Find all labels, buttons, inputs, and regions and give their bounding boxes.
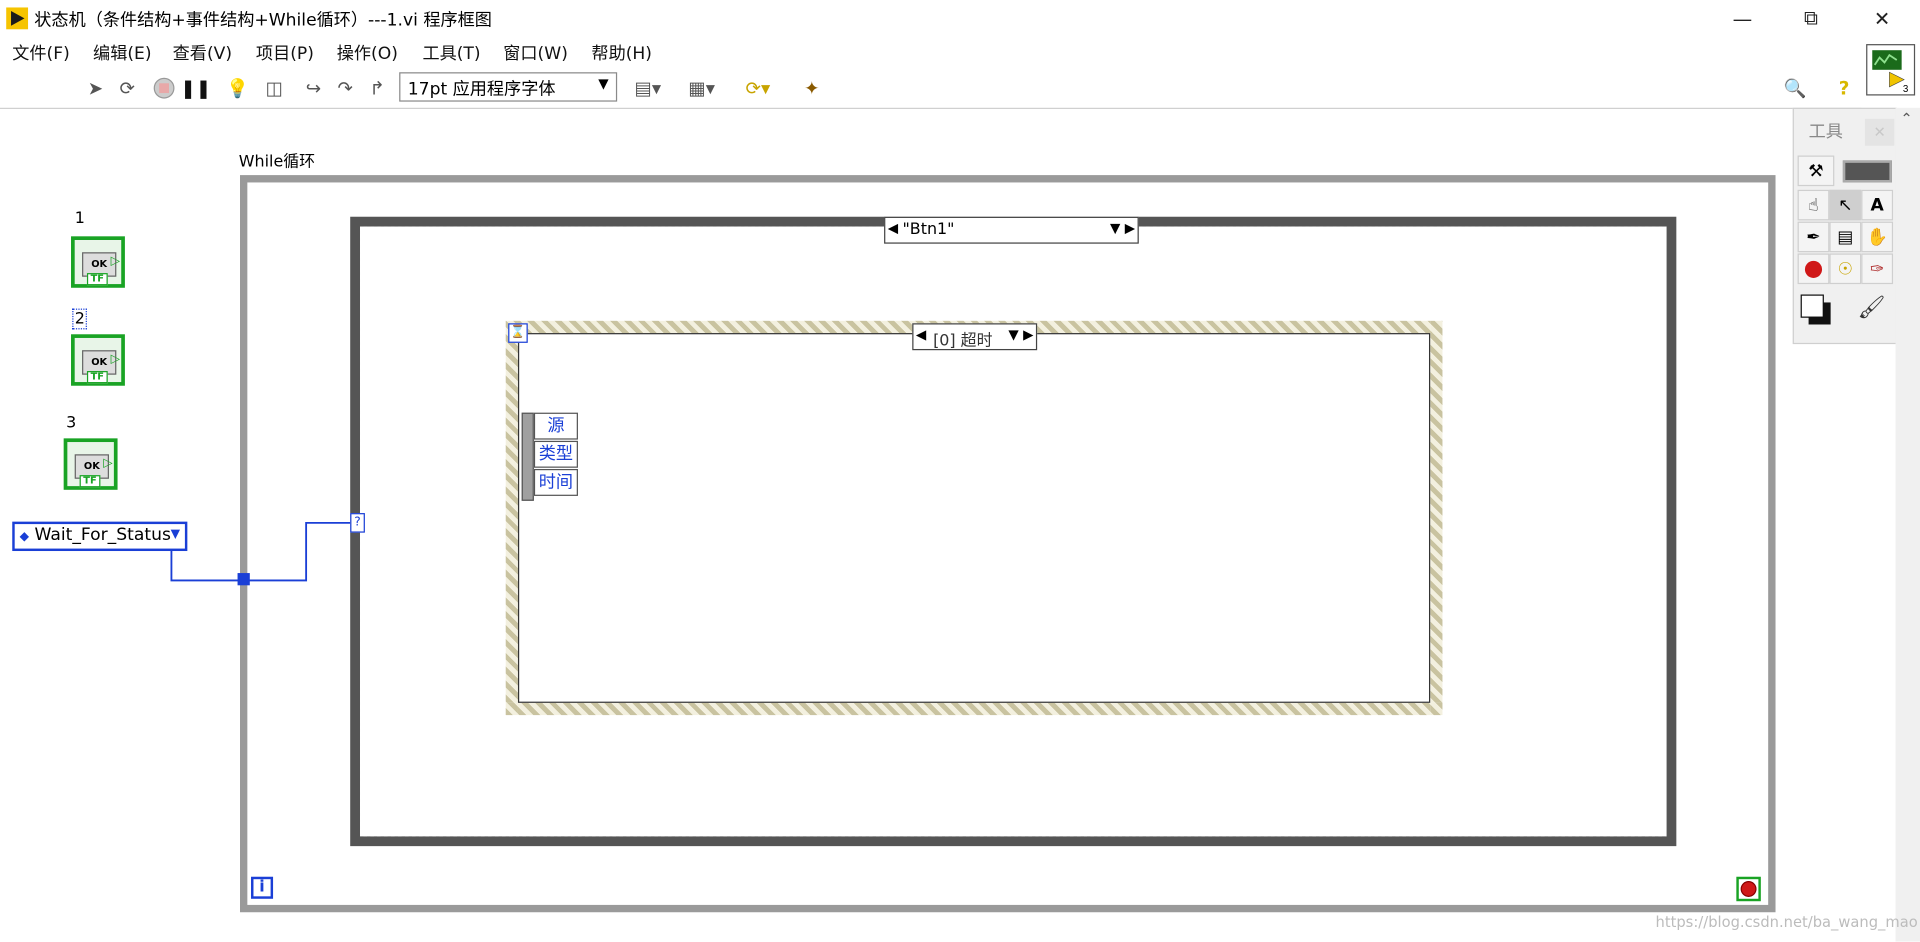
chevron-down-icon[interactable]: ▼ [171, 528, 180, 541]
breakpoint-tool-icon[interactable] [1797, 253, 1830, 285]
font-select[interactable]: 17pt 应用程序字体 ▼ [399, 72, 618, 102]
increment-decrement-icon[interactable]: ◆ [20, 530, 29, 543]
distribute-objects-icon[interactable]: ▦▾ [683, 76, 720, 100]
operate-tool-icon[interactable]: ☝ [1797, 189, 1830, 221]
enum-value: Wait_For_Status [34, 525, 171, 545]
reorder-icon[interactable]: ⟳▾ [740, 76, 777, 100]
while-loop-label: While循环 [238, 153, 316, 172]
vertical-scrollbar[interactable]: ⌃ [1895, 107, 1920, 942]
auto-tool-indicator[interactable] [1842, 160, 1892, 183]
menu-operate[interactable]: 操作(O) [337, 40, 398, 64]
chevron-down-icon[interactable]: ▼ [1110, 220, 1120, 236]
menu-edit[interactable]: 编辑(E) [93, 40, 152, 64]
event-selector-value: [0] 超时 [933, 331, 993, 351]
pause-icon[interactable]: ❚❚ [181, 76, 212, 100]
run-continuously-icon[interactable]: ⟳ [115, 76, 139, 100]
event-selector[interactable]: ◀ [0] 超时 ▼ ▶ [912, 323, 1038, 351]
case-selector-terminal[interactable]: ? [350, 513, 365, 533]
decrement-arrow-icon[interactable]: ◀ [888, 220, 898, 236]
menu-view[interactable]: 查看(V) [173, 40, 232, 64]
event-structure[interactable] [505, 320, 1443, 716]
edit-text-tool-icon[interactable]: A [1861, 189, 1894, 221]
event-terminal-time[interactable]: 时间 [533, 468, 578, 496]
boolean-3-label: 3 [66, 413, 77, 433]
labview-block-diagram-window: 状态机（条件结构+事件结构+While循环）---1.vi 程序框图 — ⧉ ✕… [0, 0, 1920, 942]
svg-text:3: 3 [1903, 84, 1909, 94]
boolean-control-3[interactable]: OK ▷ TF [63, 438, 118, 490]
step-out-icon[interactable]: ↱ [365, 76, 389, 100]
close-icon[interactable]: ✕ [1854, 0, 1910, 37]
set-color-tool-icon[interactable] [1799, 293, 1833, 327]
event-terminal-type[interactable]: 类型 [533, 440, 578, 468]
align-objects-icon[interactable]: ▤▾ [629, 76, 666, 100]
run-arrow-icon[interactable]: ➤ [83, 76, 107, 100]
menu-window[interactable]: 窗口(W) [503, 40, 568, 64]
shift-tunnel[interactable] [237, 573, 250, 586]
decrement-arrow-icon[interactable]: ◀ [916, 327, 926, 343]
abort-icon[interactable] [152, 76, 176, 100]
boolean-type-badge: TF [79, 475, 101, 488]
get-color-tool-icon[interactable]: ✑ [1861, 253, 1894, 285]
labview-logo-icon [6, 7, 29, 30]
boolean-1-label: 1 [74, 209, 85, 228]
timeout-hourglass-icon[interactable]: ⌛ [508, 323, 528, 343]
retain-wire-values-icon[interactable]: ◫ [262, 76, 286, 100]
help-icon[interactable]: ? [1832, 76, 1856, 100]
menu-help[interactable]: 帮助(H) [591, 40, 652, 64]
search-icon[interactable]: 🔍 [1783, 76, 1807, 100]
stop-condition-icon[interactable] [1736, 876, 1761, 902]
chevron-down-icon: ▼ [598, 75, 609, 92]
event-terminal-source[interactable]: 源 [533, 412, 578, 440]
boolean-control-1[interactable]: OK ▷ TF [71, 236, 125, 288]
close-icon[interactable]: ✕ [1864, 118, 1895, 146]
increment-arrow-icon[interactable]: ▶ [1125, 220, 1135, 236]
shortcut-menu-tool-icon[interactable]: ▤ [1829, 221, 1862, 253]
menu-file[interactable]: 文件(F) [12, 40, 70, 64]
scroll-up-icon[interactable]: ⌃ [1900, 110, 1912, 127]
menu-bar: 文件(F) 编辑(E) 查看(V) 项目(P) 操作(O) 工具(T) 窗口(W… [0, 36, 1862, 67]
tools-palette: 工具 ✕ ⚒ ☝ ↖ A ✒ ▤ ✋ ☉ ✑ 🖌 [1792, 107, 1897, 345]
chevron-down-icon[interactable]: ▼ [1008, 327, 1018, 343]
step-into-icon[interactable]: ↪ [301, 76, 325, 100]
highlight-execution-icon[interactable]: 💡 [225, 76, 249, 100]
auto-tool-icon[interactable]: ⚒ [1797, 155, 1835, 187]
output-arrow-icon: ▷ [110, 254, 121, 269]
vi-icon[interactable]: 3 [1866, 44, 1916, 96]
window-title: 状态机（条件结构+事件结构+While循环）---1.vi 程序框图 [34, 11, 492, 31]
enum-constant[interactable]: ◆ Wait_For_Status ▼ [12, 521, 188, 552]
output-arrow-icon: ▷ [103, 456, 113, 471]
restore-icon[interactable]: ⧉ [1783, 0, 1839, 37]
font-select-value: 17pt 应用程序字体 [407, 79, 556, 100]
increment-arrow-icon[interactable]: ▶ [1023, 327, 1033, 343]
boolean-control-2[interactable]: OK ▷ TF [71, 334, 125, 386]
boolean-type-badge: TF [86, 273, 108, 286]
event-data-node-handle[interactable] [521, 412, 534, 501]
brush-icon[interactable]: 🖌 [1858, 295, 1886, 321]
boolean-2-label: 2 [72, 308, 88, 330]
menu-tools[interactable]: 工具(T) [422, 40, 480, 64]
case-selector-value: "Btn1" [902, 220, 955, 239]
output-arrow-icon: ▷ [110, 352, 121, 367]
iteration-terminal[interactable]: i [251, 876, 274, 899]
probe-tool-icon[interactable]: ☉ [1829, 253, 1862, 285]
title-bar: 状态机（条件结构+事件结构+While循环）---1.vi 程序框图 — ⧉ ✕ [0, 0, 1920, 37]
position-tool-icon[interactable]: ↖ [1829, 189, 1862, 221]
connect-wire-tool-icon[interactable]: ✒ [1797, 221, 1830, 253]
boolean-type-badge: TF [86, 371, 108, 384]
case-selector[interactable]: ◀ "Btn1" ▼ ▶ [884, 216, 1139, 244]
step-over-icon[interactable]: ↷ [333, 76, 357, 100]
minimize-icon[interactable]: — [1714, 0, 1770, 37]
menu-project[interactable]: 项目(P) [256, 40, 314, 64]
scroll-tool-icon[interactable]: ✋ [1861, 221, 1894, 253]
tools-palette-title: 工具 [1808, 122, 1843, 143]
cleanup-diagram-icon[interactable]: ✦ [796, 76, 828, 100]
watermark: https://blog.csdn.net/ba_wang_mao [1655, 913, 1918, 931]
